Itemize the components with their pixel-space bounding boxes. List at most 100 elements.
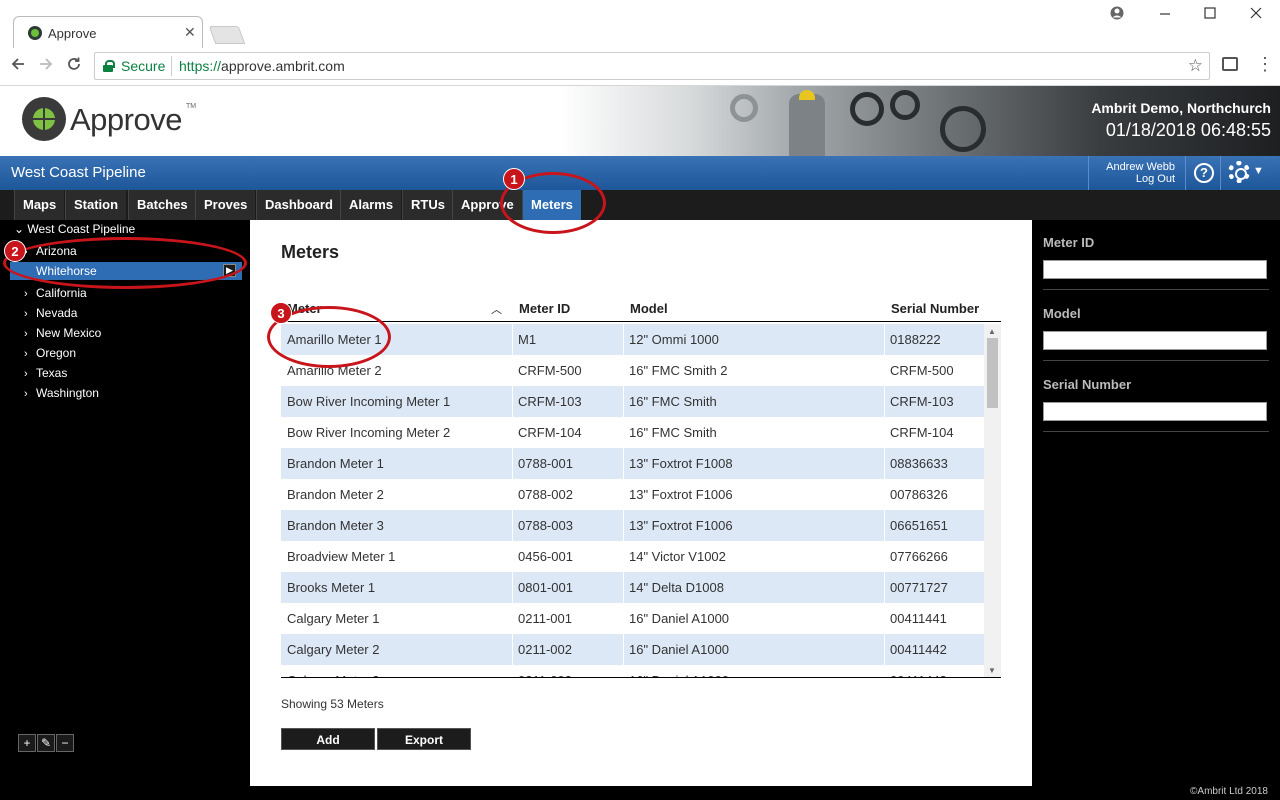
reload-icon[interactable] <box>66 56 82 77</box>
cell-meter: Broadview Meter 1 <box>287 549 396 564</box>
new-tab-button[interactable] <box>208 26 246 44</box>
close-window-icon[interactable] <box>1249 6 1263 25</box>
chevron-down-icon[interactable]: ▼ <box>1253 165 1264 177</box>
remove-node-button[interactable]: − <box>56 734 74 752</box>
column-header-serial-number[interactable]: Serial Number <box>891 301 979 316</box>
scroll-thumb[interactable] <box>987 338 998 408</box>
table-scrollbar[interactable]: ▲ ▼ <box>984 324 1001 677</box>
scroll-up-icon[interactable]: ▲ <box>988 327 996 336</box>
header-banner-image: Ambrit Demo, Northchurch 01/18/2018 06:4… <box>560 86 1280 156</box>
star-icon[interactable]: ☆ <box>1188 56 1203 76</box>
cell-meter-id: 0788-001 <box>518 456 573 471</box>
browser-tab[interactable]: Approve ✕ <box>13 16 203 48</box>
chevron-right-icon: › <box>24 368 28 380</box>
cell-meter: Bow River Incoming Meter 1 <box>287 394 451 409</box>
column-separator <box>623 386 624 417</box>
scroll-down-icon[interactable]: ▼ <box>988 666 996 675</box>
tree-item-washington[interactable]: › Washington <box>24 386 99 400</box>
tab-maps[interactable]: Maps <box>14 190 65 220</box>
column-separator <box>623 510 624 541</box>
minimize-icon[interactable] <box>1158 6 1172 25</box>
export-button[interactable]: Export <box>377 728 471 750</box>
gear-icon[interactable] <box>1228 161 1250 183</box>
column-separator <box>623 634 624 665</box>
table-row[interactable]: Amarillo Meter 2 CRFM-500 16" FMC Smith 2C… <box>281 355 984 386</box>
forward-arrow-icon[interactable] <box>38 56 54 77</box>
column-separator <box>623 417 624 448</box>
tab-station[interactable]: Station <box>65 190 127 220</box>
menu-icon[interactable]: ⋮ <box>1256 54 1274 75</box>
cell-meter-id: 0456-001 <box>518 549 573 564</box>
add-button[interactable]: Add <box>281 728 375 750</box>
add-node-button[interactable]: + <box>18 734 36 752</box>
table-row[interactable]: Brandon Meter 2 0788-002 13" Foxtrot F1006… <box>281 479 984 510</box>
tab-batches[interactable]: Batches <box>128 190 196 220</box>
table-row[interactable]: Bow River Incoming Meter 1 CRFM-103 16" FM… <box>281 386 984 417</box>
column-separator <box>623 665 624 677</box>
chevron-right-icon: › <box>24 308 28 320</box>
tree-root[interactable]: ⌄ West Coast Pipeline <box>14 222 135 236</box>
column-separator <box>884 448 885 479</box>
maximize-icon[interactable] <box>1203 6 1217 25</box>
url-text[interactable]: https://approve.ambrit.com <box>179 58 345 74</box>
cell-model: 16" FMC Smith 2 <box>629 363 728 378</box>
tree-item-nevada[interactable]: › Nevada <box>24 306 77 320</box>
tree-item-oregon[interactable]: › Oregon <box>24 346 76 360</box>
logout-link[interactable]: Log Out <box>1089 173 1175 185</box>
table-row[interactable]: Brandon Meter 3 0788-003 13" Foxtrot F1006… <box>281 510 984 541</box>
column-separator <box>884 324 885 355</box>
cell-meter-id: CRFM-104 <box>518 425 582 440</box>
table-row[interactable]: Calgary Meter 2 0211-002 16" Daniel A1000 0… <box>281 634 984 665</box>
meter-id-filter-input[interactable] <box>1043 260 1267 279</box>
column-separator <box>512 665 513 677</box>
column-header-model[interactable]: Model <box>630 301 668 316</box>
tab-rtus[interactable]: RTUs <box>402 190 453 220</box>
table-row[interactable]: Brandon Meter 1 0788-001 13" Foxtrot F1008… <box>281 448 984 479</box>
tree-tools: + ✎ − <box>18 734 75 752</box>
tree-item-new-mexico[interactable]: › New Mexico <box>24 326 101 340</box>
model-filter-input[interactable] <box>1043 331 1267 350</box>
annotation-badge-3: 3 <box>270 302 292 324</box>
help-icon[interactable]: ? <box>1194 163 1214 183</box>
site-clock: 01/18/2018 06:48:55 <box>1105 120 1271 140</box>
tree-item-texas[interactable]: › Texas <box>24 366 67 380</box>
tab-proves[interactable]: Proves <box>195 190 256 220</box>
table-row[interactable]: Brooks Meter 1 0801-001 14" Delta D1008 007… <box>281 572 984 603</box>
tab-alarms[interactable]: Alarms <box>340 190 402 220</box>
edit-node-button[interactable]: ✎ <box>37 734 55 752</box>
tree-item-california[interactable]: › California <box>24 286 87 300</box>
column-separator <box>623 541 624 572</box>
browser-tabbar: Approve ✕ <box>0 0 1280 48</box>
cell-model: 16" Daniel A1000 <box>629 642 730 657</box>
serial-number-filter-input[interactable] <box>1043 402 1267 421</box>
tab-close-icon[interactable]: ✕ <box>184 24 196 41</box>
location-tree: ⌄ West Coast Pipeline ›Arizona Whitehors… <box>0 220 250 786</box>
tab-dashboard[interactable]: Dashboard <box>256 190 341 220</box>
column-separator <box>623 355 624 386</box>
column-header-meter-id[interactable]: Meter ID <box>519 301 570 316</box>
annotation-ring-whitehorse <box>3 237 247 289</box>
table-row[interactable]: Calgary Meter 3 0211-003 16" Daniel A1000 0… <box>281 665 984 677</box>
sort-ascending-icon[interactable]: ︿ <box>491 301 502 317</box>
cell-meter-id: M1 <box>518 332 537 347</box>
address-bar[interactable]: Secure https://approve.ambrit.com ☆ <box>94 52 1210 80</box>
column-separator <box>884 603 885 634</box>
table-row[interactable]: Broadview Meter 1 0456-001 14" Victor V100… <box>281 541 984 572</box>
app-header: Approve TM Ambrit Demo, Northchurch 01/1… <box>0 86 1280 156</box>
column-separator <box>512 541 513 572</box>
cell-meter-id: 0211-002 <box>518 642 572 657</box>
column-separator <box>884 510 885 541</box>
filter-panel: Meter ID Model Serial Number <box>1032 220 1280 786</box>
cell-serial-number: 07766266 <box>890 549 948 564</box>
browser-tab-title: Approve <box>48 26 97 41</box>
table-row[interactable]: Calgary Meter 1 0211-001 16" Daniel A1000 0… <box>281 603 984 634</box>
chevron-right-icon: › <box>24 288 28 300</box>
cell-model: 14" Delta D1008 <box>629 580 724 595</box>
cast-icon[interactable] <box>1222 57 1238 71</box>
table-row[interactable]: Bow River Incoming Meter 2 CRFM-104 16" FM… <box>281 417 984 448</box>
cell-serial-number: CRFM-103 <box>890 394 954 409</box>
back-arrow-icon[interactable] <box>10 56 26 77</box>
user-box: Andrew Webb Log Out <box>1088 156 1186 190</box>
account-icon[interactable] <box>1110 6 1124 25</box>
footer: ©Ambrit Ltd 2018 <box>0 786 1280 800</box>
